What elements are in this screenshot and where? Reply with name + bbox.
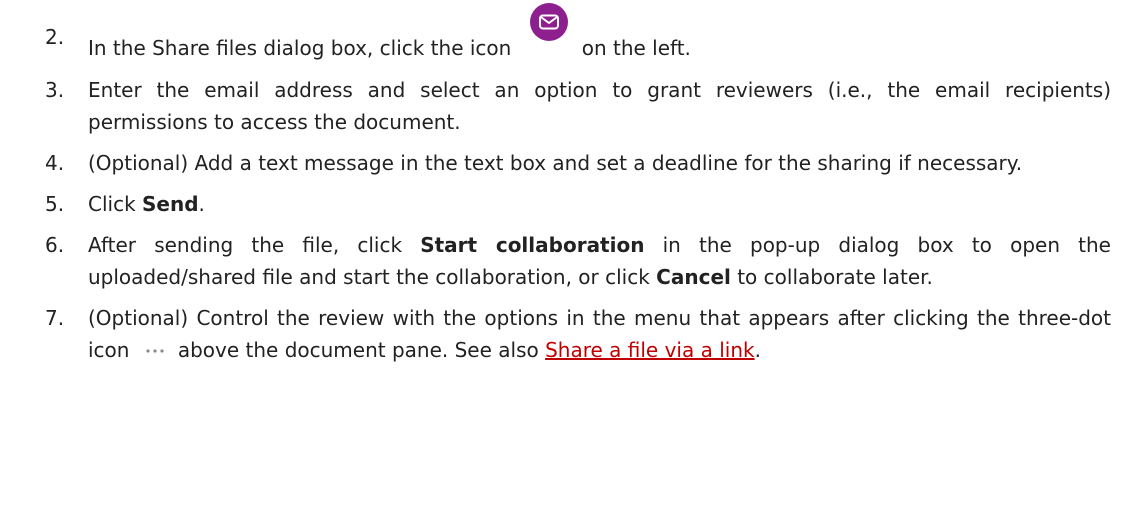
step-7: 7. (Optional) Control the review with th…	[0, 302, 1125, 366]
step-3: 3. Enter the email address and select an…	[0, 74, 1125, 138]
step-text: .	[198, 192, 205, 216]
step-2: 2. In the Share files dialog box, click …	[0, 3, 1125, 64]
step-4: 4. (Optional) Add a text message in the …	[0, 147, 1125, 179]
three-dot-icon	[142, 337, 168, 357]
step-text: to collaborate later.	[730, 265, 933, 289]
step-text: on the left.	[581, 36, 691, 60]
step-number: 6.	[45, 233, 65, 257]
step-number: 4.	[45, 151, 65, 175]
step-text: Click	[88, 192, 143, 216]
step-number: 7.	[45, 306, 65, 330]
step-text: (Optional) Add a text message in the tex…	[88, 151, 1023, 175]
step-number: 5.	[45, 192, 65, 216]
share-file-via-link[interactable]: Share a file via a link	[545, 338, 755, 362]
step-text: .	[754, 338, 761, 362]
step-number: 2.	[45, 25, 65, 49]
start-collaboration-label: Start collaboration	[420, 233, 645, 257]
step-5: 5. Click Send.	[0, 188, 1125, 220]
step-text: above the document pane. See also	[177, 338, 546, 362]
mail-icon	[529, 3, 568, 41]
step-text: After sending the file, click	[88, 233, 421, 257]
step-6: 6. After sending the file, click Start c…	[0, 229, 1125, 293]
step-text: Enter the email address and select an op…	[88, 78, 1111, 134]
send-label: Send	[142, 192, 199, 216]
cancel-label: Cancel	[656, 265, 731, 289]
step-text: In the Share files dialog box, click the…	[88, 36, 512, 60]
instruction-steps: 2. In the Share files dialog box, click …	[0, 0, 1125, 366]
step-number: 3.	[45, 78, 65, 102]
